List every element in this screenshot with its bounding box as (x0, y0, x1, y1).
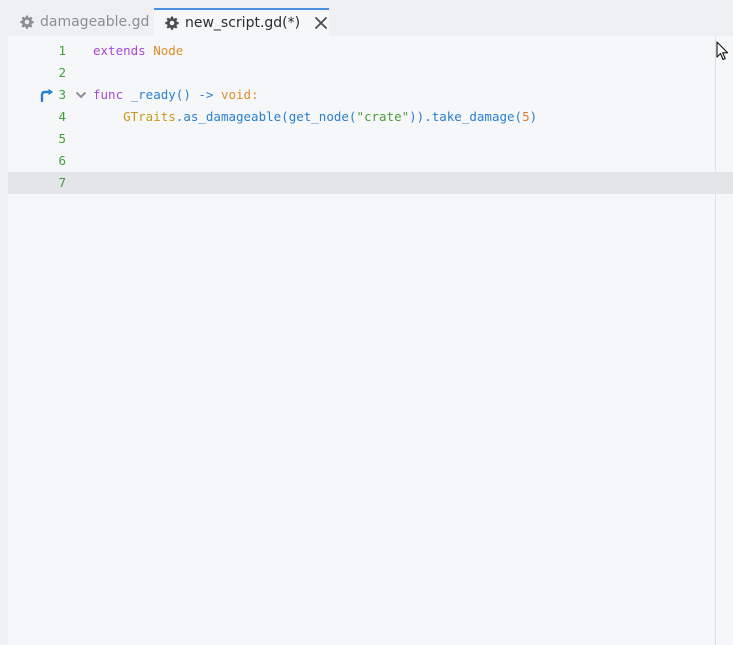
line-code: func _ready() -> void: (93, 87, 259, 102)
line-number: 3 (58, 87, 66, 102)
tab-new-script-gd[interactable]: new_script.gd(*) (154, 8, 329, 36)
code-line[interactable]: 1 extends Node (8, 40, 733, 62)
code-line[interactable]: 4 GTraits.as_damageable(get_node("crate"… (8, 106, 733, 128)
chevron-down-icon[interactable] (75, 90, 87, 100)
line-number: 2 (58, 65, 66, 80)
tab-label: damageable.gd (40, 14, 150, 30)
mouse-pointer-icon (716, 41, 729, 61)
code-line[interactable]: 3 func _ready() -> void: (8, 84, 733, 106)
code-line[interactable]: 6 (8, 150, 733, 172)
line-number: 6 (58, 153, 66, 168)
tab-damageable-gd[interactable]: damageable.gd (12, 8, 150, 36)
code-line[interactable]: 5 (8, 128, 733, 150)
gear-icon (165, 16, 179, 30)
code-line[interactable]: 2 (8, 62, 733, 84)
code-editor[interactable]: 1 extends Node 2 3 func _ready() -> void… (8, 36, 733, 645)
tab-label: new_script.gd(*) (185, 15, 301, 31)
line-code: GTraits.as_damageable(get_node("crate"))… (123, 109, 538, 124)
line-number: 4 (58, 109, 66, 124)
current-code-line[interactable]: 7 (8, 172, 733, 194)
line-number: 7 (58, 175, 66, 190)
line-number: 1 (58, 43, 66, 58)
gear-icon (20, 15, 34, 29)
line-number: 5 (58, 131, 66, 146)
tab-bar: damageable.gd new_script.gd(*) (0, 0, 733, 36)
close-icon[interactable] (314, 16, 328, 30)
line-code: extends Node (93, 43, 184, 58)
